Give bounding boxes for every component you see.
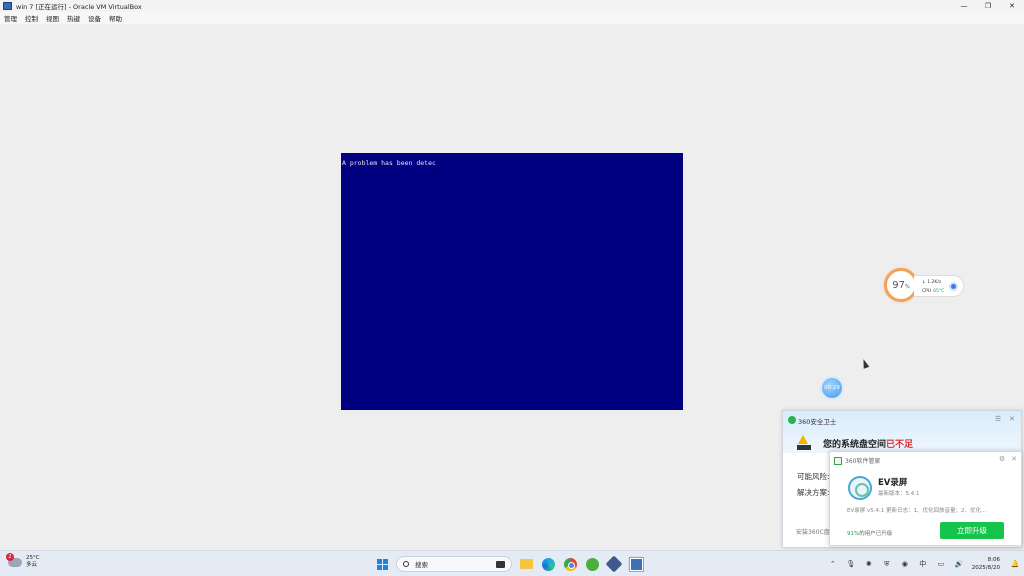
- taskbar-apps: 搜索: [374, 555, 644, 573]
- maximize-button[interactable]: ❐: [976, 0, 1000, 12]
- taskbar-search[interactable]: 搜索: [396, 556, 512, 572]
- cloud-weather-icon: 2: [6, 552, 22, 567]
- ev-recorder-app-icon: [848, 476, 872, 500]
- menu-bar: 管理 控制 视图 热键 设备 帮助: [0, 12, 1024, 24]
- search-placeholder: 搜索: [415, 561, 428, 569]
- microphone-icon[interactable]: 🎙: [845, 558, 857, 570]
- download-arrow-icon: ↓: [922, 280, 926, 285]
- tray-clock[interactable]: 8:06 2025/8/20: [972, 556, 1000, 572]
- settings-icon[interactable]: ☰: [995, 415, 1001, 423]
- popup-controls: ☰ ✕: [995, 415, 1015, 423]
- bsod-text: A problem has been detec: [342, 159, 436, 167]
- risk-label: 可能风险:: [797, 472, 830, 481]
- software-description: EV录屏 v5.4.1 更新日志：1、优化回放音量；2、优化...: [847, 508, 987, 514]
- taskbar-file-explorer[interactable]: [518, 556, 534, 572]
- net-speed: 1.2K/s: [927, 280, 942, 285]
- cpu-label: CPU: [922, 289, 932, 294]
- menu-item-devices[interactable]: 设备: [88, 13, 101, 23]
- popup-headline: 您的系统盘空间已不足: [823, 440, 914, 450]
- software-name: EV录屏: [878, 478, 908, 488]
- network-icon[interactable]: ▭: [935, 558, 947, 570]
- taskbar-chrome[interactable]: [562, 556, 578, 572]
- warning-icon: [798, 435, 808, 444]
- start-button[interactable]: [374, 556, 390, 572]
- menu-item-manage[interactable]: 管理: [4, 13, 17, 23]
- memory-percent: 97%: [892, 279, 910, 291]
- popup-app-name: 360安全卫士: [798, 418, 837, 426]
- chrome-icon: [563, 557, 577, 571]
- guest-screen[interactable]: A problem has been detec: [341, 153, 683, 410]
- clock-time: 8:06: [987, 557, 1000, 563]
- notification-badge: 2: [6, 552, 14, 561]
- taskbar-360[interactable]: [584, 556, 600, 572]
- cpu-temp: 65°C: [933, 289, 945, 294]
- 360-tray-icon[interactable]: ◉: [899, 558, 911, 570]
- clock-date: 2025/8/20: [971, 565, 1000, 571]
- popup-header: 360安全卫士 ☰ ✕ 您的系统盘空间已不足: [783, 411, 1021, 453]
- weather-condition: 多云: [26, 562, 38, 568]
- window-titlebar: win 7 [正在运行] - Oracle VM VirtualBox — ❐ …: [0, 0, 1024, 12]
- weather-text: 25°C 多云: [26, 555, 40, 569]
- security-tray-icon[interactable]: ⛨: [881, 558, 893, 570]
- weather-widget[interactable]: 2 25°C 多云: [6, 552, 40, 569]
- 360-security-icon: [585, 557, 599, 571]
- menu-item-help[interactable]: 帮助: [109, 13, 122, 23]
- taskbar-edge[interactable]: [540, 556, 556, 572]
- taskbar-virtualbox[interactable]: [605, 555, 623, 573]
- search-icon: [403, 561, 409, 567]
- windows-logo-icon: [376, 558, 388, 570]
- windows-taskbar: 2 25°C 多云 搜索 ⌃ 🎙 ✺ ⛨ ◉ 中 ▭ 🔊 8:06 2025/8…: [0, 550, 1024, 576]
- menu-item-hotkey[interactable]: 热键: [67, 13, 80, 23]
- system-tray: ⌃ 🎙 ✺ ⛨ ◉ 中 ▭ 🔊 8:06 2025/8/20 🔔: [824, 551, 1024, 576]
- search-highlight-icon: [496, 561, 505, 568]
- window-controls: — ❐ ✕: [952, 0, 1024, 12]
- menu-item-view[interactable]: 视图: [46, 13, 59, 23]
- menu-item-control[interactable]: 控制: [25, 13, 38, 23]
- notification-bell-icon[interactable]: 🔔: [1009, 558, 1021, 570]
- popup-source: 360软件管家: [834, 456, 880, 465]
- volume-icon[interactable]: 🔊: [953, 558, 965, 570]
- taskbar-vm-window[interactable]: [628, 556, 644, 572]
- hard-drive-icon: [797, 445, 811, 450]
- popup-controls: ⚙ ✕: [999, 455, 1017, 463]
- gear-icon[interactable]: ⚙: [999, 455, 1005, 463]
- 360-logo-icon: [788, 416, 796, 424]
- minimize-button[interactable]: —: [952, 0, 976, 12]
- vm-window-icon: [628, 556, 644, 572]
- timer-ball[interactable]: 00:29: [820, 376, 844, 400]
- chevron-up-icon[interactable]: ⌃: [827, 558, 839, 570]
- 360-float-widget[interactable]: 97% ↓ 1.2K/s CPU 65°C: [884, 268, 966, 302]
- rocket-accelerate-icon[interactable]: [949, 282, 958, 291]
- window-title: win 7 [正在运行] - Oracle VM VirtualBox: [16, 3, 142, 11]
- virtualbox-icon: [605, 555, 623, 573]
- input-method-icon[interactable]: 中: [917, 558, 929, 570]
- memory-usage-ring[interactable]: 97%: [884, 268, 918, 302]
- tray-app-icon[interactable]: ✺: [863, 558, 875, 570]
- virtualbox-app-icon: [3, 2, 12, 10]
- popup-close-icon[interactable]: ✕: [1009, 415, 1015, 423]
- software-version: 最新版本：5.4.1: [878, 491, 920, 497]
- weather-temp: 25°C: [26, 555, 40, 561]
- software-update-popup: 360软件管家 ⚙ ✕ EV录屏 最新版本：5.4.1 EV录屏 v5.4.1 …: [829, 451, 1022, 546]
- folder-icon: [519, 559, 533, 569]
- edge-icon: [541, 557, 555, 571]
- timer-ball-label: 00:29: [824, 385, 840, 391]
- solution-label: 解决方案:: [797, 488, 830, 497]
- float-stats-panel: ↓ 1.2K/s CPU 65°C: [914, 275, 964, 297]
- popup-footer-text: 安装360C盘: [796, 529, 830, 536]
- upgrade-users-text: 91%的用户已升级: [847, 531, 893, 537]
- popup-close-icon[interactable]: ✕: [1011, 455, 1017, 463]
- upgrade-now-button[interactable]: 立即升级: [940, 522, 1004, 539]
- close-button[interactable]: ✕: [1000, 0, 1024, 12]
- software-manager-icon: [834, 456, 842, 465]
